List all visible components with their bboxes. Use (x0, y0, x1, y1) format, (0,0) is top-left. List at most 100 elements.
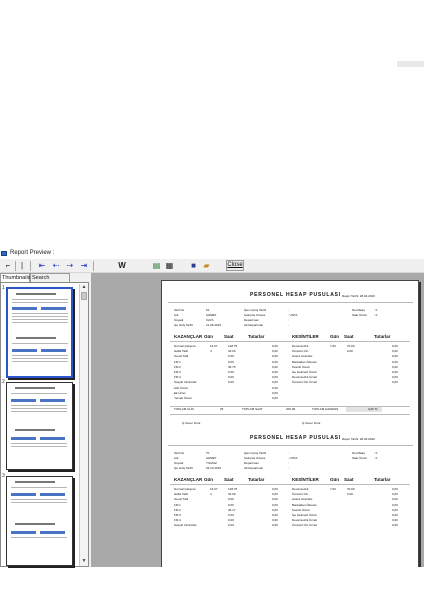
earning-amount: 0,00 (272, 487, 278, 491)
deduction-name: Devamsızlık Ücreti (292, 375, 318, 380)
thumbnail-scrollbar[interactable]: ▲ ▼ (79, 284, 88, 566)
personnel-label: Çalışma Unvanı (244, 456, 266, 460)
export-icon[interactable]: ▤ (152, 261, 161, 271)
nav-last-icon[interactable]: ⇥ (79, 261, 89, 271)
zoom-width-icon[interactable]: W (117, 261, 127, 271)
earning-name: AGİ Ücreti (174, 385, 188, 390)
personnel-value: 62 (206, 308, 210, 312)
deduction-name: Kesinti Ücreti (292, 507, 310, 512)
personnel-label: Departman (244, 318, 259, 322)
info-label: Net Maaş (352, 451, 365, 455)
earning-saat: 0.00 (228, 523, 234, 528)
earning-name: Ek Ücret (174, 390, 186, 395)
deduction-amount: 0,00 (392, 513, 398, 517)
print-icon[interactable]: ▦ (165, 261, 174, 271)
total-hours-value: 200.00 (286, 407, 296, 412)
earning-name: Normal Çalışma (174, 344, 196, 348)
deduction-saat: 0.00 (347, 492, 353, 497)
thumbnail-line (11, 446, 67, 447)
page-first-icon[interactable]: ⌐ (4, 261, 12, 271)
deduction-name: Ücretsiz İzin Ücreti (292, 380, 318, 385)
thumbnail-page-2[interactable] (6, 382, 73, 470)
app-icon (1, 251, 7, 256)
earning-saat: 0.00 (228, 375, 234, 380)
info-label: Saat Ücreti (352, 313, 367, 317)
open-folder-icon[interactable]: ▰ (202, 261, 211, 271)
personnel-label: Adı (174, 313, 179, 317)
earning-amount: 0,00 (272, 523, 278, 528)
personnel-value: : (288, 451, 289, 455)
report-divider (168, 302, 413, 303)
earning-name: Hafta Tatili (174, 349, 188, 354)
earning-name: FM 1 (174, 359, 181, 364)
tab-search-results[interactable]: Search Results (30, 273, 70, 290)
earning-saat: 0.00 (228, 497, 234, 502)
earnings-header: Saat (224, 477, 234, 482)
report-viewer: PERSONEL HESAP PUSULASI Rapor Tarihi: 28… (91, 273, 424, 567)
earnings-header: Saat (224, 334, 234, 339)
report-title: PERSONEL HESAP PUSULASI (250, 292, 342, 298)
thumbnail-page-1[interactable] (6, 287, 73, 378)
thumbnail-line (12, 358, 68, 359)
deductions-header: Saat (344, 477, 354, 482)
thumbnail-block (11, 531, 36, 534)
earning-saat: 0.00 (228, 513, 234, 517)
nav-prev-icon[interactable]: ⇠ (51, 261, 61, 271)
thumbnail-line (12, 316, 68, 317)
thumbnail-heading (15, 523, 55, 525)
personnel-value: : USTA (288, 456, 298, 460)
close-button[interactable]: Close (226, 260, 244, 271)
personnel-label: İşten Çıkış Tarihi (244, 451, 267, 455)
scroll-down-icon[interactable]: ▼ (80, 558, 88, 565)
info-value: : 0 (374, 451, 378, 455)
earning-amount: 0,00 (272, 349, 278, 354)
deductions-header: Gün (330, 477, 339, 482)
nav-next-icon[interactable]: ⇢ (65, 261, 75, 271)
thumbnail-line (11, 487, 67, 488)
toolbar: ⌐ | ⇤ ⇠ ⇢ ⇥ W ▤ ▦ ■ ▰ Close (0, 259, 424, 273)
personnel-value: : (288, 461, 289, 465)
section-rule (170, 484, 410, 485)
earning-amount: 0,00 (272, 513, 278, 517)
thumbnail-line (12, 302, 68, 303)
deductions-header: Tutarlar (374, 477, 391, 482)
earning-amount: 0,00 (272, 364, 278, 369)
thumbnail-line (12, 355, 68, 356)
thumbnail-line (12, 343, 68, 344)
thumbnail-block (12, 349, 37, 352)
deduction-amount: 0,00 (392, 502, 398, 507)
earning-gun: 4 (210, 349, 212, 354)
thumbnail-page-3[interactable] (6, 476, 73, 566)
earning-saat: 0.00 (228, 518, 234, 523)
earning-name: Yemek Ücreti (174, 396, 192, 400)
report-date-2: Rapor Tarihi: 28.02.2020 (342, 437, 375, 441)
deduction-amount: 0,00 (392, 359, 398, 364)
thumbnail-heading (16, 293, 56, 295)
scrollbar-thumb[interactable] (81, 292, 87, 300)
personnel-label: Departman (244, 461, 259, 465)
earning-name: FM 3 (174, 513, 181, 517)
deductions-header: KESİNTİLER (292, 477, 319, 482)
thumbnail-block (41, 349, 66, 352)
deduction-amount: 0,00 (392, 518, 398, 523)
scroll-up-icon[interactable]: ▲ (80, 284, 88, 291)
tab-thumbnails[interactable]: Thumbnails (0, 273, 30, 282)
earning-name: Sosyal Yardımlar (174, 523, 197, 528)
report-date: Rapor Tarihi: 28.02.2020 (342, 294, 375, 298)
deduction-gun: 7.00 (330, 344, 336, 348)
personnel-label: Çalışma Unvanı (244, 313, 266, 317)
nav-first-icon[interactable]: ⇤ (37, 261, 47, 271)
employee-signature-label: İş Veren İmza (302, 421, 321, 426)
earnings-header: Gün (204, 334, 213, 339)
thumbnail-line (11, 537, 67, 538)
section-rule (170, 341, 410, 342)
thumbnail-block (40, 531, 65, 534)
save-icon[interactable]: ■ (189, 261, 198, 271)
earning-name: FM 2 (174, 364, 181, 369)
earning-amount: 0,00 (272, 370, 278, 374)
personnel-value: 70 (206, 451, 210, 455)
earning-name: Genel Tatil (174, 497, 189, 502)
deduction-amount: 0,00 (392, 380, 398, 385)
earning-saat: 128.75 (228, 344, 238, 348)
thumbnail-line (12, 361, 68, 362)
